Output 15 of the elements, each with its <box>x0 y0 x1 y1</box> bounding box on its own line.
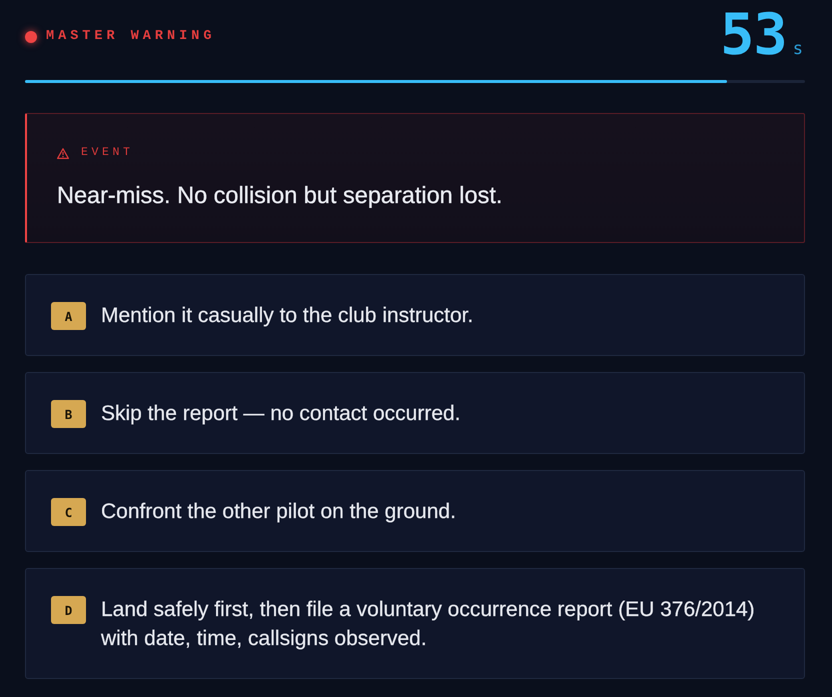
answer-option[interactable]: C Confront the other pilot on the ground. <box>25 470 805 552</box>
countdown-value: 53 <box>720 3 787 67</box>
option-letter-badge: A <box>51 302 86 330</box>
answer-option[interactable]: D Land safely first, then file a voluntary occurrence report (EU 376/2014) with date, time, callsigns observed. <box>25 568 805 679</box>
event-label: EVENT <box>81 146 134 160</box>
answer-option[interactable]: A Mention it casually to the club instructor. <box>25 274 805 356</box>
option-letter-badge: B <box>51 400 86 428</box>
option-letter-badge: D <box>51 596 86 624</box>
event-description: Near-miss. No collision but separation lost. <box>57 181 504 210</box>
option-letter-badge: C <box>51 498 86 526</box>
answer-option[interactable]: B Skip the report — no contact occurred. <box>25 372 805 454</box>
countdown-unit: s <box>792 39 803 59</box>
master-warning-label: MASTER WARNING <box>46 29 216 44</box>
warning-light-icon <box>25 30 37 42</box>
warning-triangle-icon <box>57 148 69 158</box>
